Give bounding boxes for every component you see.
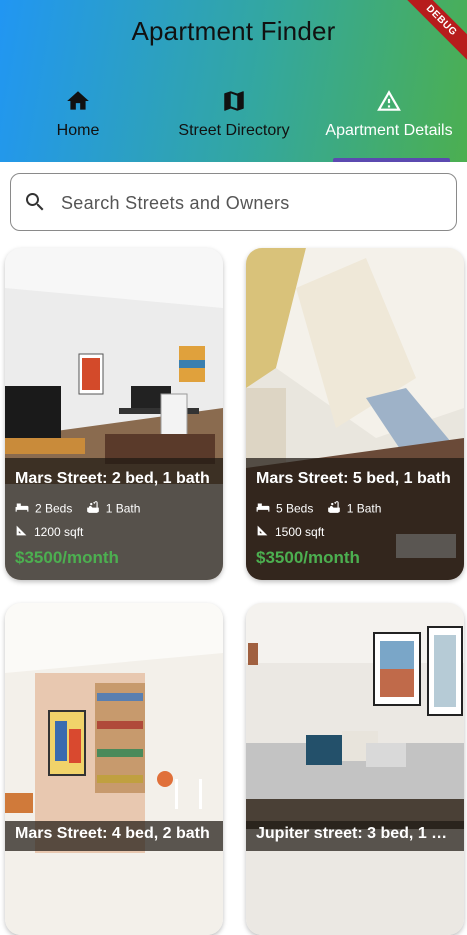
listing-area: 1500 sqft: [275, 525, 325, 539]
bathtub-icon: [327, 500, 341, 517]
listing-title: Jupiter street: 3 bed, 1 bath: [256, 825, 454, 842]
apartment-photo: [246, 603, 464, 935]
tab-bar: Home Street Directory Apartment Details: [0, 86, 467, 162]
listing-price: $3500/month: [256, 548, 360, 567]
listing-area-row: 1200 sqft: [15, 524, 83, 540]
bed-icon: [256, 501, 270, 516]
listing-rooms: 5 Beds 1 Bath: [256, 500, 381, 517]
listing-rooms: 2 Beds 1 Bath: [15, 500, 140, 517]
tab-apartment-details-label: Apartment Details: [325, 122, 453, 139]
listing-area-row: 1500 sqft: [256, 524, 324, 540]
apartment-photo: [5, 603, 223, 935]
app-title: Apartment Finder: [131, 16, 336, 46]
listing-beds: 2 Beds: [35, 501, 73, 516]
listing-baths: 1 Bath: [105, 501, 141, 516]
app-bar: Apartment Finder DEBUG Home Street Direc…: [0, 0, 467, 162]
tab-home-label: Home: [56, 122, 100, 139]
tab-indicator: [333, 158, 450, 162]
listing-card[interactable]: Mars Street: 2 bed, 1 bath 2 Beds 1 Bath…: [5, 248, 223, 580]
search-input[interactable]: [59, 182, 443, 224]
warning-icon: [311, 88, 467, 116]
listing-title: Mars Street: 5 bed, 1 bath: [256, 470, 451, 487]
listing-area: 1200 sqft: [34, 525, 84, 539]
listing-card[interactable]: Jupiter street: 3 bed, 1 bath: [246, 603, 464, 935]
tab-street-directory[interactable]: Street Directory: [156, 86, 312, 162]
listing-baths: 1 Bath: [346, 501, 382, 516]
listing-beds: 5 Beds: [276, 501, 314, 516]
listing-card[interactable]: Mars Street: 4 bed, 2 bath: [5, 603, 223, 935]
tab-apartment-details[interactable]: Apartment Details: [311, 86, 467, 162]
tab-home[interactable]: Home: [0, 86, 156, 162]
square-foot-icon: [15, 524, 28, 540]
square-foot-icon: [256, 524, 269, 540]
listing-title: Mars Street: 2 bed, 1 bath: [15, 470, 210, 487]
bathtub-icon: [86, 500, 100, 517]
search-box[interactable]: [10, 173, 457, 231]
listing-price: $3500/month: [15, 548, 119, 567]
search-icon: [23, 190, 47, 219]
listing-title: Mars Street: 4 bed, 2 bath: [15, 825, 210, 842]
listing-card[interactable]: Mars Street: 5 bed, 1 bath 5 Beds 1 Bath…: [246, 248, 464, 580]
bed-icon: [15, 501, 29, 516]
home-icon: [0, 88, 156, 116]
tab-street-directory-label: Street Directory: [178, 122, 290, 139]
map-icon: [156, 88, 312, 116]
